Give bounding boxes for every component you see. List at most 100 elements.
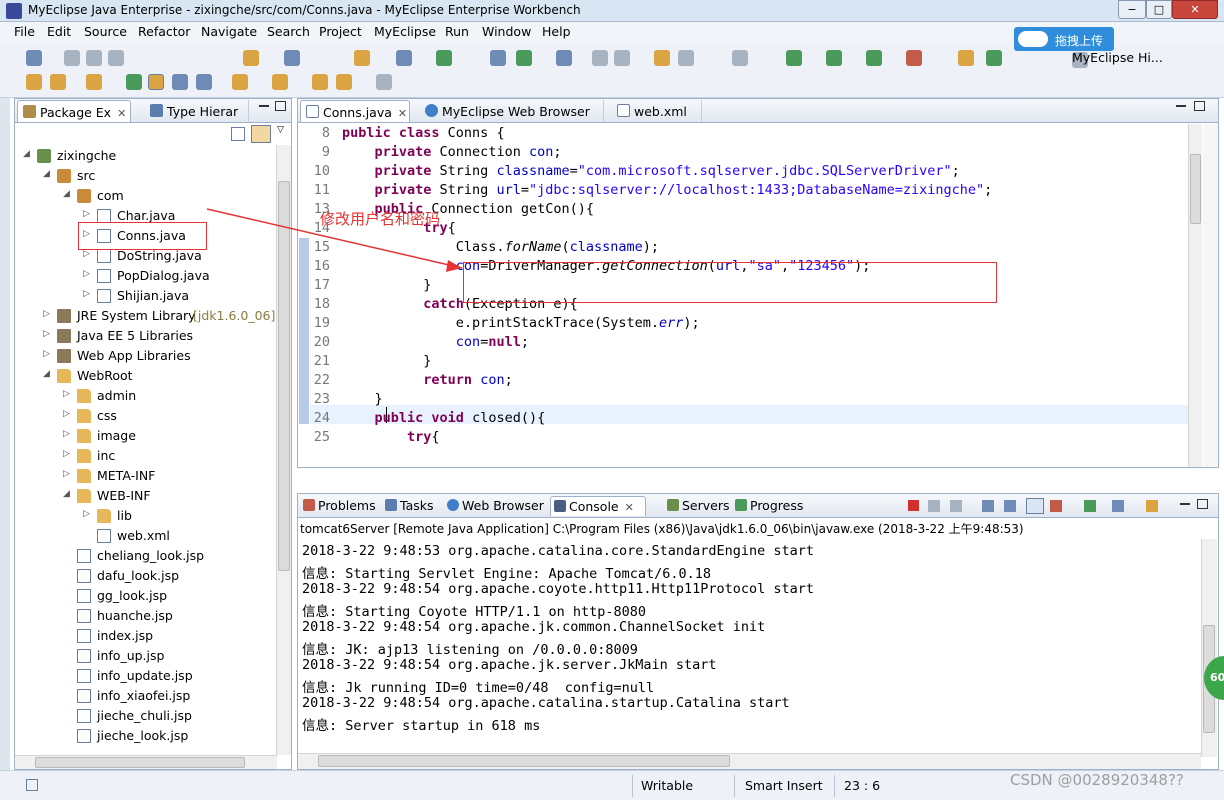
open-type-icon[interactable] (284, 50, 300, 66)
console-vertical-scrollbar[interactable] (1201, 539, 1217, 757)
show-whitespace-icon[interactable] (172, 74, 188, 90)
editor-vertical-scrollbar[interactable] (1188, 124, 1202, 467)
scroll-lock-icon[interactable] (1004, 500, 1016, 512)
mark-occurrences-icon[interactable] (148, 74, 164, 90)
debug-icon[interactable] (786, 50, 802, 66)
tab-tasks[interactable]: Tasks (382, 496, 438, 516)
tab-package-explorer[interactable]: Package Ex ✕ (17, 100, 131, 122)
new-icon[interactable] (26, 50, 42, 66)
pin-console-icon[interactable] (1026, 498, 1044, 514)
code-line[interactable]: } (342, 391, 383, 407)
tab-problems[interactable]: Problems (300, 496, 380, 516)
menu-edit[interactable]: Edit (47, 24, 71, 39)
open-resource-icon[interactable] (86, 74, 102, 90)
collapse-arrow-icon[interactable]: ▷ (83, 269, 90, 279)
code-line[interactable]: private String url="jdbc:sqlserver://loc… (342, 182, 993, 198)
menu-myeclipse[interactable]: MyEclipse (374, 24, 436, 39)
deploy-icon[interactable] (396, 50, 412, 66)
refresh-icon[interactable] (986, 50, 1002, 66)
editor-scroll-thumb[interactable] (1190, 154, 1201, 224)
link-editor-icon[interactable] (251, 125, 271, 143)
console-hscroll-thumb[interactable] (318, 755, 730, 767)
tab-web-browser-view[interactable]: Web Browser (444, 496, 548, 516)
tab-type-hierarchy[interactable]: Type Hierar (145, 100, 249, 122)
forward-icon[interactable] (376, 74, 392, 90)
camera-icon[interactable] (732, 50, 748, 66)
db-explorer-icon[interactable] (614, 50, 630, 66)
tree-horizontal-scrollbar[interactable] (15, 755, 277, 769)
external-tools-icon[interactable] (906, 50, 922, 66)
code-line[interactable]: } (342, 353, 431, 369)
show-on-output-icon[interactable] (1050, 500, 1062, 512)
tree-scroll-thumb[interactable] (278, 181, 290, 571)
tree-vertical-scrollbar[interactable] (276, 145, 291, 755)
search-icon[interactable] (50, 74, 66, 90)
fast-view-icon[interactable] (26, 779, 38, 791)
minimize-button[interactable]: − (1118, 0, 1146, 19)
tab-close-icon[interactable]: ✕ (398, 107, 407, 120)
view-menu-icon[interactable]: ▽ (277, 125, 284, 135)
image-editor-icon[interactable] (592, 50, 608, 66)
next-edit-icon[interactable] (232, 74, 248, 90)
baidu-upload-widget[interactable]: 拖拽上传 (1014, 27, 1114, 51)
last-edit-icon[interactable] (312, 74, 328, 90)
expand-arrow-icon[interactable]: ◢ (23, 149, 30, 159)
collapse-arrow-icon[interactable]: ▷ (83, 509, 90, 519)
collapse-arrow-icon[interactable]: ▷ (83, 289, 90, 299)
run-external-icon[interactable] (866, 50, 882, 66)
terminate-icon[interactable] (908, 500, 919, 511)
maximize-button[interactable]: □ (1146, 0, 1172, 19)
menu-search[interactable]: Search (267, 24, 310, 39)
console-output[interactable]: 2018-3-22 9:48:53 org.apache.catalina.co… (298, 539, 1218, 755)
code-line[interactable]: Class.forName(classname); (342, 239, 659, 255)
minimize-view-icon[interactable] (259, 105, 269, 107)
console-menu-icon[interactable] (1112, 500, 1124, 512)
collapse-arrow-icon[interactable]: ▷ (83, 249, 90, 259)
menu-help[interactable]: Help (542, 24, 571, 39)
team-icon[interactable] (678, 50, 694, 66)
web-project-icon[interactable] (490, 50, 506, 66)
maximize-view-icon[interactable] (1194, 101, 1205, 111)
open-console-icon[interactable] (1146, 500, 1158, 512)
open-perspective-icon[interactable] (654, 50, 670, 66)
expand-arrow-icon[interactable]: ◢ (43, 169, 50, 179)
expand-arrow-icon[interactable]: ◢ (63, 489, 70, 499)
menu-refactor[interactable]: Refactor (138, 24, 190, 39)
ant-icon[interactable] (958, 50, 974, 66)
myeclipse-new-icon[interactable] (354, 50, 370, 66)
collapse-arrow-icon[interactable]: ▷ (63, 409, 70, 419)
next-annotation-icon[interactable] (126, 74, 142, 90)
menu-run[interactable]: Run (445, 24, 469, 39)
close-button[interactable]: ✕ (1172, 0, 1218, 19)
code-line[interactable]: public void closed(){ (342, 410, 546, 426)
collapse-all-icon[interactable] (231, 127, 245, 141)
tab-console[interactable]: Console ✕ (550, 496, 646, 516)
collapse-arrow-icon[interactable]: ▷ (63, 389, 70, 399)
tab-web-browser[interactable]: MyEclipse Web Browser (420, 100, 604, 122)
code-line[interactable]: private String classname="com.microsoft.… (342, 163, 960, 179)
code-line[interactable]: return con; (342, 372, 512, 388)
back-icon[interactable] (336, 74, 352, 90)
open-task-icon[interactable] (26, 74, 42, 90)
tab-conns-java[interactable]: Conns.java ✕ (300, 100, 410, 122)
code-line[interactable]: } (342, 277, 431, 293)
clear-console-icon[interactable] (982, 500, 994, 512)
prev-edit-icon[interactable] (272, 74, 288, 90)
tree-hscroll-thumb[interactable] (35, 757, 245, 768)
menu-source[interactable]: Source (84, 24, 127, 39)
code-line[interactable]: public class Conns { (342, 125, 505, 141)
save-all-icon[interactable] (86, 50, 102, 66)
expand-arrow-icon[interactable]: ◢ (43, 369, 50, 379)
remove-all-icon[interactable] (950, 500, 962, 512)
maximize-view-icon[interactable] (1197, 499, 1208, 509)
menu-navigate[interactable]: Navigate (201, 24, 257, 39)
tab-close-icon[interactable]: ✕ (625, 501, 634, 514)
print-icon[interactable] (108, 50, 124, 66)
collapse-arrow-icon[interactable]: ▷ (43, 349, 50, 359)
web-browser-icon[interactable] (556, 50, 572, 66)
tab-web-xml[interactable]: web.xml (612, 100, 702, 122)
new-wizard-icon[interactable] (243, 50, 259, 66)
tab-servers[interactable]: Servers (664, 496, 734, 516)
collapse-arrow-icon[interactable]: ▷ (63, 429, 70, 439)
menu-file[interactable]: File (14, 24, 35, 39)
